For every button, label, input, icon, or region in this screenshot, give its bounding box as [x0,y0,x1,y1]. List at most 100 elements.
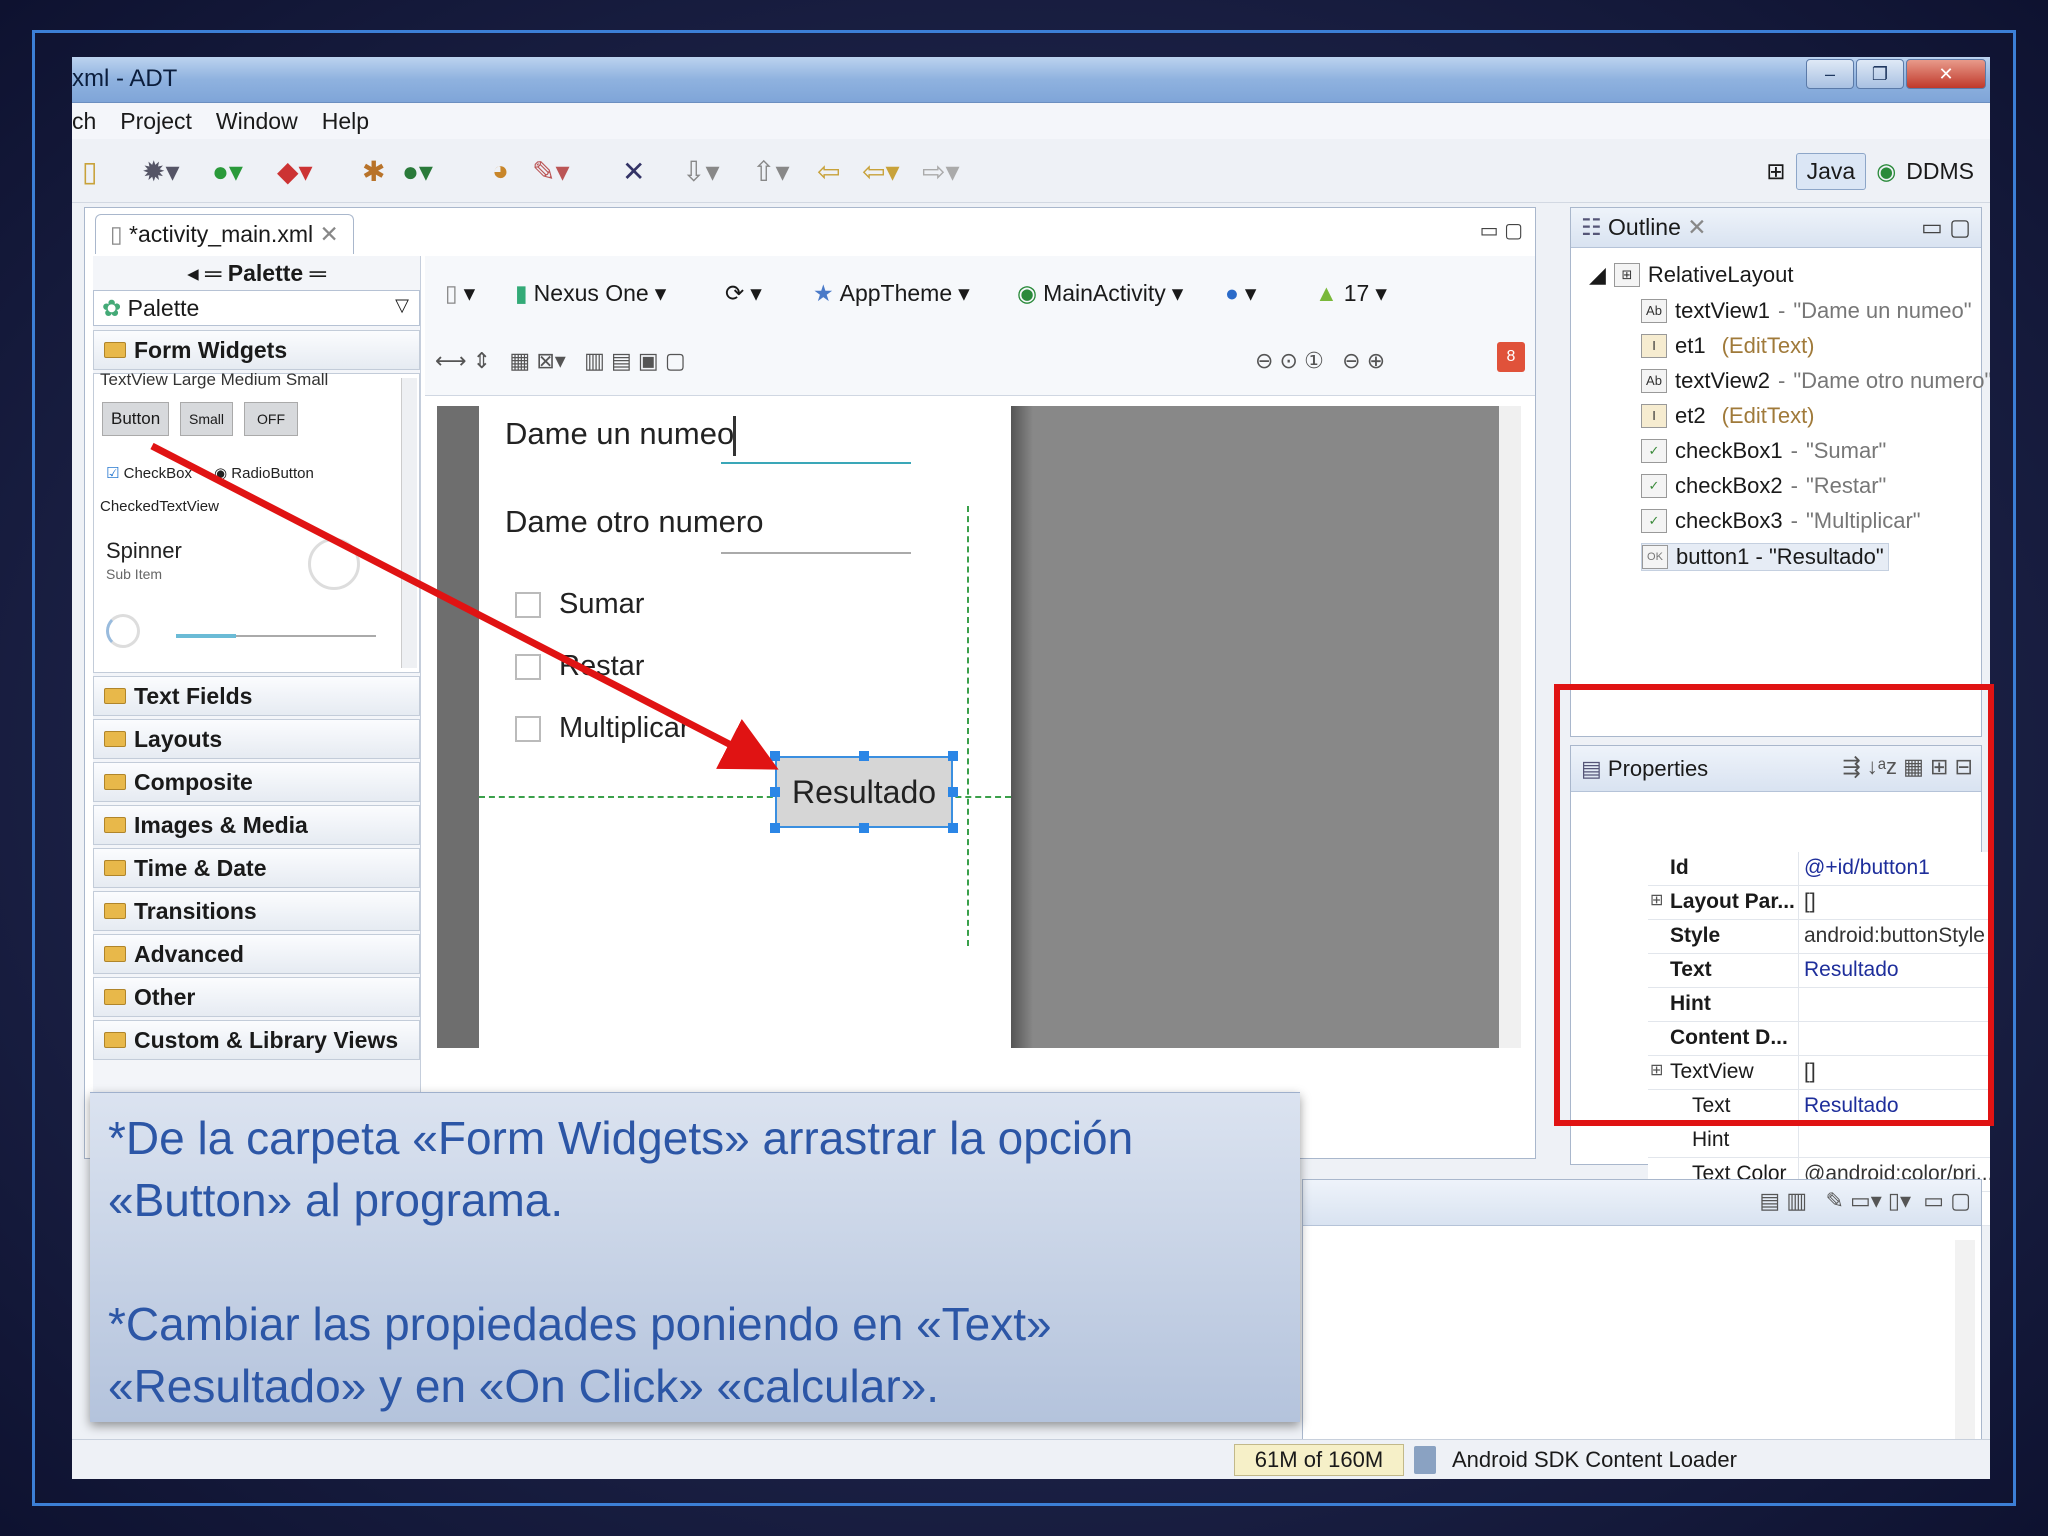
folder-other[interactable]: Other [93,977,420,1017]
menu-project[interactable]: Project [120,108,192,135]
perspective-java[interactable]: Java [1795,153,1867,190]
debug-icon[interactable]: ✹▾ [142,155,180,188]
widget-checkbox[interactable]: ☑ CheckBox [106,464,192,482]
folder-text-fields[interactable]: Text Fields [93,676,420,716]
locale-dropdown[interactable]: ● ▾ [1225,280,1256,307]
folder-images-media[interactable]: Images & Media [93,805,420,845]
widget-checkedtextview[interactable]: CheckedTextView [100,498,219,515]
resize-handle[interactable] [770,751,780,761]
collapse-icon[interactable]: ◢ [1589,262,1606,288]
tree-item[interactable]: ✓ checkBox2 - "Restar" [1641,473,1886,499]
tab-activity-main[interactable]: ▯ *activity_main.xml ✕ [95,214,354,254]
run-icon[interactable]: ●▾ [212,155,243,188]
api-level-dropdown[interactable]: ▲ 17 ▾ [1315,280,1387,307]
last-edit-icon[interactable]: ⇦ [817,155,840,188]
close-tab-icon[interactable]: ✕ [1687,214,1706,240]
resize-handle[interactable] [948,787,958,797]
layout-actions[interactable]: ⟷ ⇕ ▦ ⊠▾ ▥ ▤ ▣ ▢ [435,348,686,374]
maximize-icon[interactable]: ❐ [1856,59,1904,89]
tree-item-selected[interactable]: OK button1 - "Resultado" [1641,543,1889,571]
menu-help[interactable]: Help [322,108,369,135]
tree-item[interactable]: Iet1 (EditText) [1641,333,1815,359]
tree-item[interactable]: ✓ checkBox1 - "Sumar" [1641,438,1886,464]
edittext-et2[interactable] [721,552,911,554]
open-type-icon[interactable]: ◕ [492,155,509,187]
folder-icon [104,817,126,833]
pin-icon[interactable]: ✕ [622,155,645,188]
editor-minmax-icon[interactable]: ▭ ▢ [1480,218,1523,243]
checkbox-restar[interactable] [515,654,541,680]
progress-circle-icon[interactable] [308,538,360,590]
layout-canvas[interactable]: Dame un numeo Dame otro numero Sumar Res… [437,406,1521,1048]
zoom-controls[interactable]: ⊖ ⊙ ① ⊖ ⊕ [1255,348,1385,374]
textview1-label[interactable]: Dame un numeo [505,416,734,452]
progressbar-icon[interactable] [176,634,236,638]
console-toolbar-icons[interactable]: ▤ ▥ ✎ ▭▾ ▯▾ ▭ ▢ [1759,1188,1971,1214]
canvas-vertical-scrollbar[interactable] [1499,406,1521,1048]
widget-textview-sizes[interactable]: TextView Large Medium Small [100,370,328,390]
close-icon[interactable]: ✕ [1906,59,1986,89]
resize-handle[interactable] [859,823,869,833]
widget-toggle-button[interactable]: OFF [244,402,298,436]
tree-item[interactable]: Ab textView2 - "Dame otro numero" [1641,368,1990,394]
device-screen[interactable]: Dame un numeo Dame otro numero Sumar Res… [437,406,1011,1048]
widget-radiobutton[interactable]: ◉ RadioButton [214,464,314,482]
new-class-icon[interactable]: ●▾ [402,155,433,188]
resize-handle[interactable] [770,787,780,797]
garbage-collect-icon[interactable] [1414,1446,1436,1474]
palette-scrollbar[interactable] [401,378,417,668]
tree-item[interactable]: Ab textView1 - "Dame un numeo" [1641,298,1972,324]
folder-time-date[interactable]: Time & Date [93,848,420,888]
orientation-dropdown[interactable]: ⟳ ▾ [725,280,762,307]
folder-form-widgets[interactable]: Form Widgets [93,330,420,370]
close-tab-icon[interactable]: ✕ [319,221,338,247]
back-icon[interactable]: ⇦▾ [862,155,900,188]
next-annotation-icon[interactable]: ⇩▾ [682,155,720,188]
menu-window[interactable]: Window [216,108,298,135]
widget-button[interactable]: Button [102,402,170,436]
textview2-label[interactable]: Dame otro numero [505,504,763,540]
small-progress-icon[interactable] [106,614,140,648]
open-perspective-icon[interactable]: ⊞ [1766,158,1785,185]
edittext-et1[interactable] [721,462,911,464]
search-icon[interactable]: ✎▾ [532,155,570,188]
theme-dropdown[interactable]: ★ AppTheme ▾ [813,280,970,307]
folder-custom-library-views[interactable]: Custom & Library Views [93,1020,420,1060]
new-package-icon[interactable]: ✱ [362,155,385,188]
external-tools-icon[interactable]: ◆▾ [277,155,313,188]
tree-separator: - [1777,298,1786,323]
tree-item[interactable]: Iet2 (EditText) [1641,403,1815,429]
property-row[interactable]: Hint··· [1648,1124,1990,1158]
tree-relativelayout[interactable]: ◢ ⊞ RelativeLayout [1589,262,1793,288]
widget-spinner[interactable]: Spinner [106,538,182,564]
forward-icon[interactable]: ⇨▾ [922,155,960,188]
prev-annotation-icon[interactable]: ⇧▾ [752,155,790,188]
palette-dropdown[interactable]: ✿ Palette ▽ [93,290,420,326]
widget-small-button[interactable]: Small [180,402,234,436]
outline-tab[interactable]: ☷ Outline ✕ ▭ ▢ [1571,208,1981,248]
checkbox-sumar[interactable] [515,592,541,618]
perspective-ddms[interactable]: DDMS [1906,158,1974,185]
new-file-icon[interactable]: ▯ [82,155,97,188]
outline-minmax-icon[interactable]: ▭ ▢ [1921,214,1971,241]
folder-layouts[interactable]: Layouts [93,719,420,759]
resize-handle[interactable] [948,751,958,761]
memory-indicator[interactable]: 61M of 160M [1234,1444,1404,1476]
activity-label: MainActivity [1043,280,1166,306]
folder-composite[interactable]: Composite [93,762,420,802]
folder-advanced[interactable]: Advanced [93,934,420,974]
checkbox-multiplicar[interactable] [515,716,541,742]
console-scrollbar[interactable] [1955,1240,1975,1440]
resize-handle[interactable] [770,823,780,833]
menu-search[interactable]: ch [72,108,96,135]
resize-handle[interactable] [948,823,958,833]
resultado-button[interactable]: Resultado [775,756,953,828]
folder-transitions[interactable]: Transitions [93,891,420,931]
error-count-badge[interactable]: 8 [1497,342,1525,372]
resize-handle[interactable] [859,751,869,761]
device-dropdown[interactable]: ▮ Nexus One ▾ [515,280,666,307]
tree-item[interactable]: ✓ checkBox3 - "Multiplicar" [1641,508,1921,534]
config-file-dropdown[interactable]: ▯ ▾ [445,280,475,307]
minimize-icon[interactable]: – [1806,59,1854,89]
activity-dropdown[interactable]: ◉ MainActivity ▾ [1017,280,1183,307]
